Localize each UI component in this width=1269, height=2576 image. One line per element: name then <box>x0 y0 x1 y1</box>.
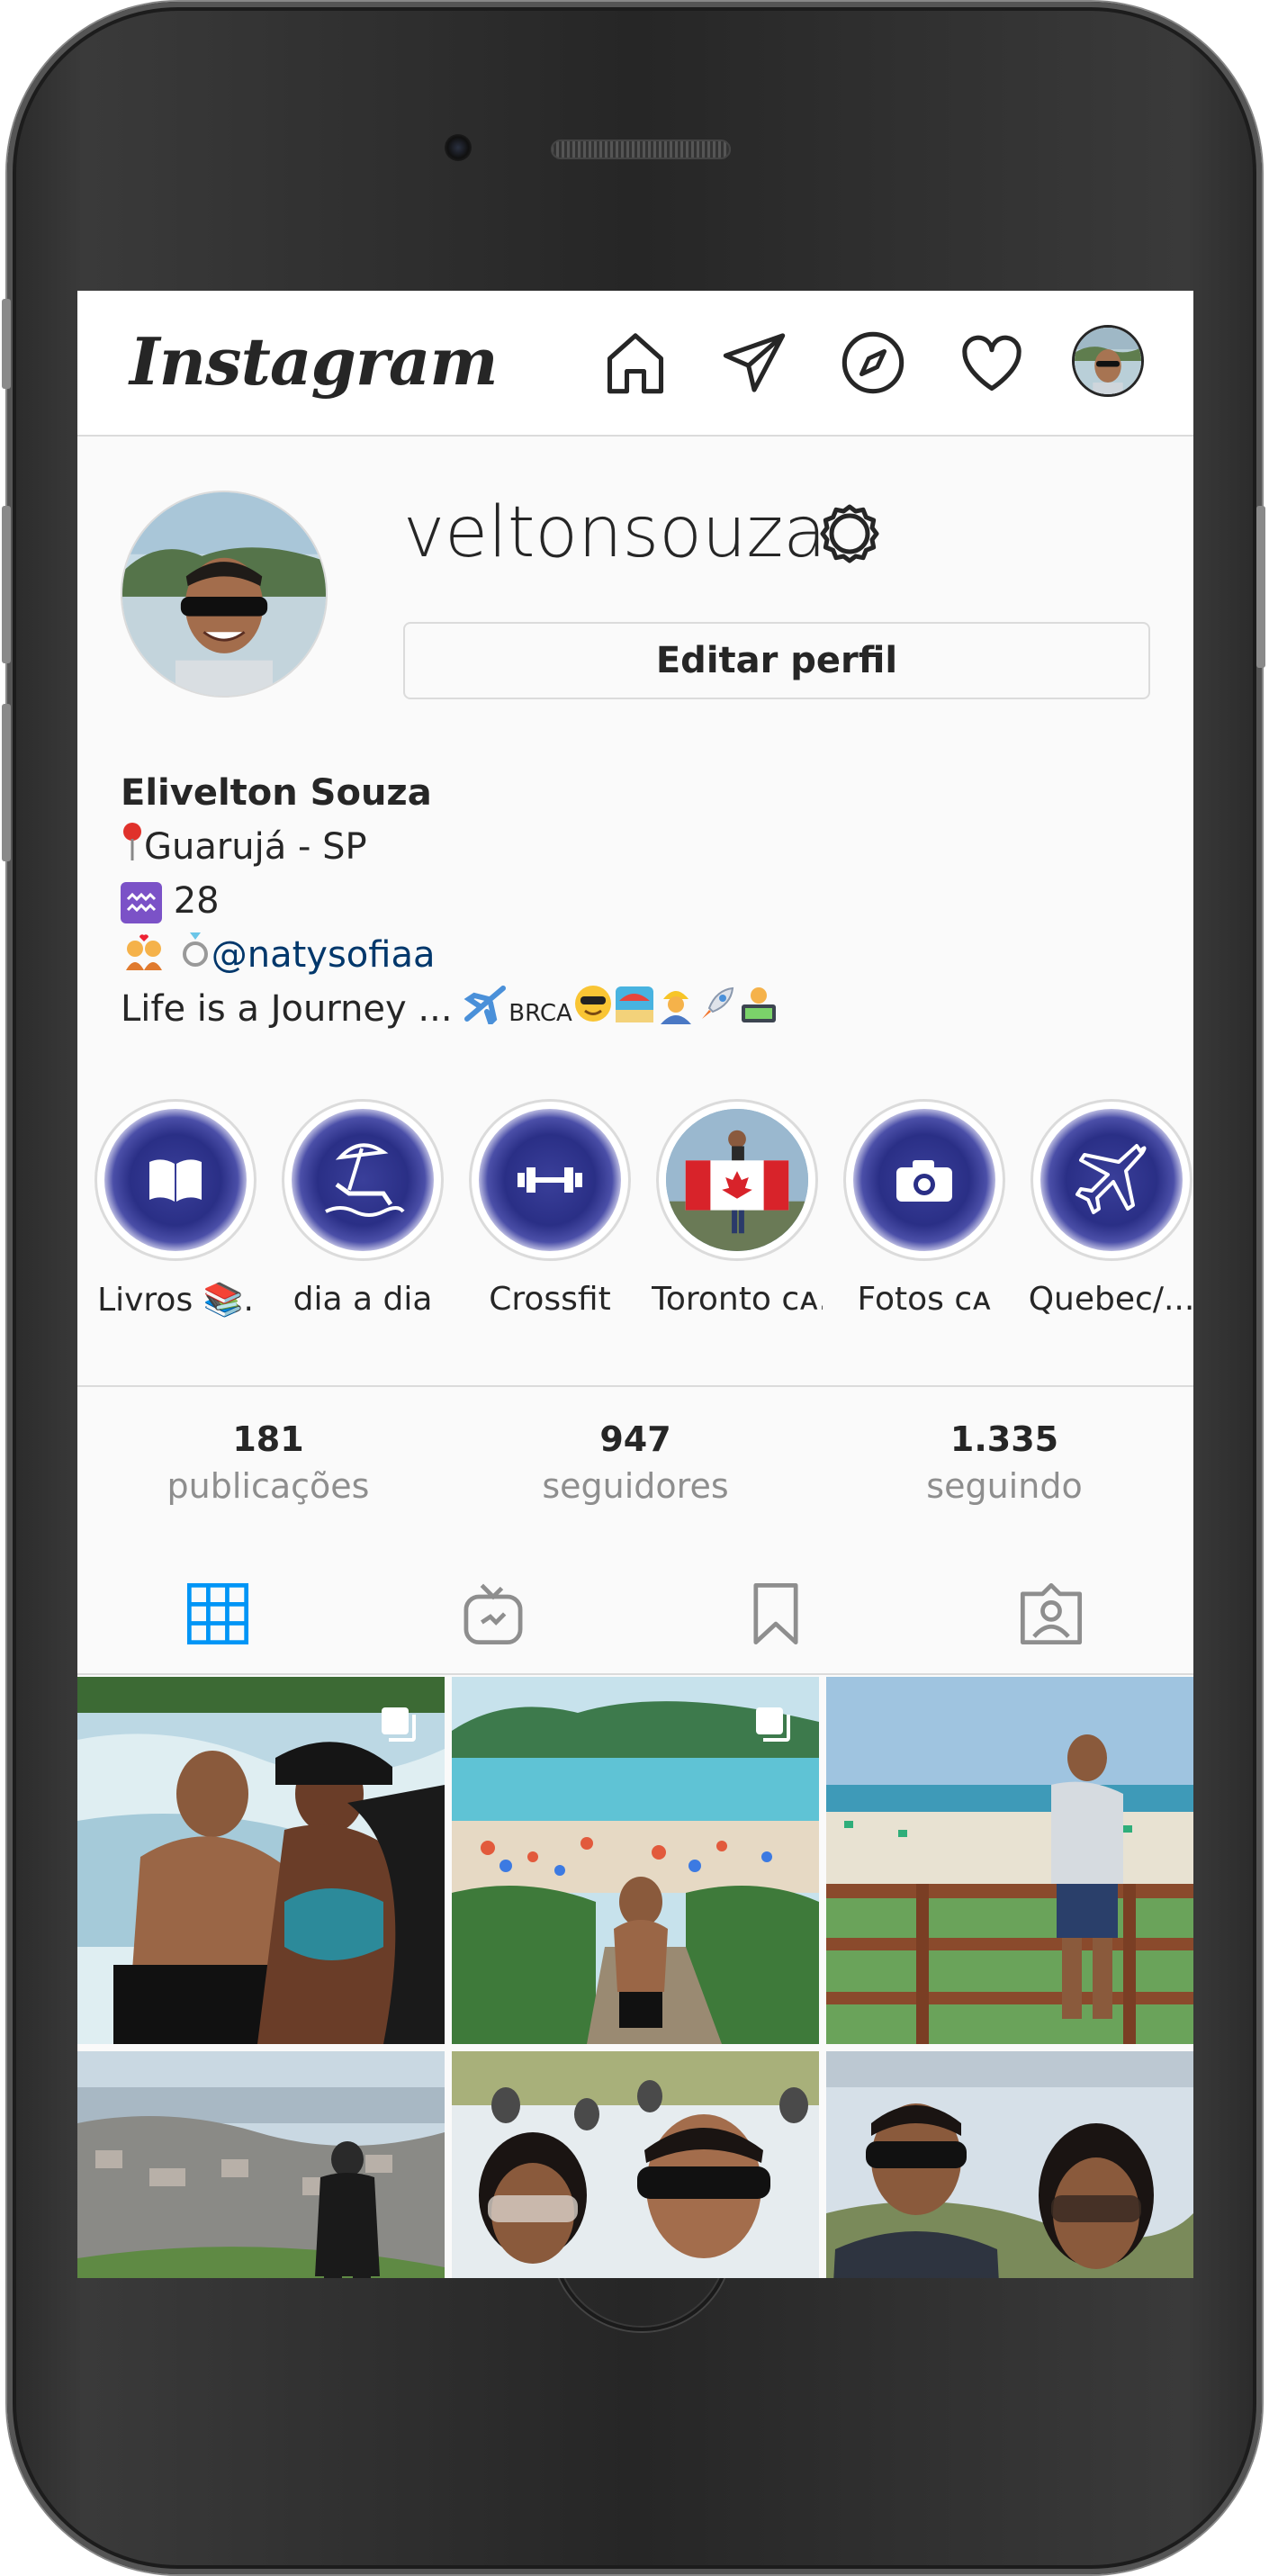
round-pushpin-icon <box>121 821 144 878</box>
profile-stats: 181 publicações 947 seguidores 1.335 seg… <box>77 1385 1193 1554</box>
bio-mention-link[interactable]: @natysofiaa <box>212 934 436 976</box>
bio-age-line: 28 <box>121 874 1147 928</box>
bio-mention-line: @natysofiaa <box>121 928 1147 982</box>
highlight-crossfit[interactable]: Crossfit <box>464 1099 635 1318</box>
profile-tabs <box>77 1553 1193 1675</box>
profile-bio: Elivelton Souza Guarujá - SP 28 @natysof… <box>121 766 1147 1036</box>
front-camera <box>445 134 472 161</box>
airplane-icon <box>1076 1144 1147 1214</box>
igtv-icon[interactable] <box>459 1580 527 1648</box>
profile-username: veltonsouza <box>403 492 827 573</box>
profile-avatar-nav[interactable] <box>1072 325 1144 397</box>
sunglasses-emoji-icon <box>572 983 614 1040</box>
beach-umbrella-emoji-icon <box>614 983 655 1040</box>
following-count: 1.335 <box>950 1419 1059 1459</box>
carousel-icon <box>382 1707 416 1742</box>
bio-tagline: Life is a Journey ... <box>121 988 453 1030</box>
tagged-icon[interactable] <box>1017 1580 1085 1648</box>
direct-icon[interactable] <box>720 329 788 397</box>
followers-count: 947 <box>599 1419 671 1459</box>
highlight-label: Crossfit <box>489 1281 611 1318</box>
profile-full-name: Elivelton Souza <box>121 772 432 814</box>
posts-stat[interactable]: 181 publicações <box>133 1419 403 1506</box>
home-icon[interactable] <box>601 329 670 397</box>
bio-tagline-line: Life is a Journey ... BRCA <box>121 982 1147 1036</box>
edit-profile-button[interactable]: Editar perfil <box>403 622 1150 699</box>
highlight-quebec[interactable]: Quebec/... <box>1026 1099 1193 1318</box>
bio-location-line: Guarujá - SP <box>121 820 1147 874</box>
toronto-highlight-photo <box>666 1109 808 1251</box>
camera-icon <box>896 1160 952 1202</box>
earpiece-speaker <box>551 140 731 159</box>
followers-stat[interactable]: 947 seguidores <box>500 1419 770 1506</box>
highlight-label: Fotos ᴄᴀ <box>857 1281 992 1318</box>
post-thumbnail[interactable] <box>826 1677 1193 2044</box>
highlight-livros[interactable]: Livros 📚. <box>90 1099 261 1319</box>
post-thumbnail[interactable] <box>452 2051 819 2278</box>
rocket-emoji-icon <box>697 983 738 1040</box>
ring-icon <box>179 929 212 986</box>
dumbbell-icon <box>518 1167 582 1193</box>
post-thumbnail[interactable] <box>452 1677 819 2044</box>
posts-count: 181 <box>232 1419 304 1459</box>
construction-worker-emoji-icon <box>655 983 697 1040</box>
bio-age: 28 <box>173 880 220 922</box>
beach-chair-icon <box>325 1143 405 1217</box>
post-thumbnail[interactable] <box>77 1677 445 2044</box>
highlight-label: Livros 📚. <box>97 1282 254 1319</box>
settings-gear-icon[interactable] <box>814 498 886 570</box>
explore-icon[interactable] <box>839 329 907 397</box>
bio-location: Guarujá - SP <box>144 826 367 868</box>
airplane-emoji-icon <box>464 983 508 1040</box>
highlight-label: Toronto ᴄᴀ... <box>652 1281 823 1318</box>
power-button <box>1256 506 1265 668</box>
volume-up-button <box>2 506 11 663</box>
carousel-icon <box>756 1707 790 1742</box>
posts-grid <box>77 1677 1193 2278</box>
post-thumbnail[interactable] <box>826 2051 1193 2278</box>
highlight-toronto[interactable]: Toronto ᴄᴀ... <box>652 1099 823 1318</box>
post-thumbnail[interactable] <box>77 2051 445 2278</box>
app-screen: Instagram veltonsouza Editar perfil Eliv… <box>77 291 1193 2278</box>
highlight-fotos[interactable]: Fotos ᴄᴀ <box>839 1099 1010 1318</box>
posts-label: publicações <box>166 1466 370 1506</box>
highlight-label: Quebec/... <box>1028 1281 1193 1318</box>
aquarius-icon <box>121 882 162 923</box>
saved-icon[interactable] <box>742 1580 810 1648</box>
highlight-dia-a-dia[interactable]: dia a dia <box>277 1099 448 1318</box>
mute-switch <box>2 299 11 389</box>
following-label: seguindo <box>926 1466 1083 1506</box>
volume-down-button <box>2 704 11 861</box>
following-stat[interactable]: 1.335 seguindo <box>869 1419 1139 1506</box>
followers-label: seguidores <box>542 1466 729 1506</box>
bio-tagline-caps: BRCA <box>508 1000 572 1027</box>
top-nav-bar: Instagram <box>77 291 1193 437</box>
phone-frame: Instagram veltonsouza Editar perfil Eliv… <box>2 2 1265 2574</box>
book-icon <box>149 1159 202 1202</box>
instagram-logo[interactable]: Instagram <box>130 323 499 400</box>
activity-heart-icon[interactable] <box>958 329 1026 397</box>
grid-icon[interactable] <box>184 1580 252 1648</box>
highlight-label: dia a dia <box>292 1281 433 1318</box>
couple-with-heart-icon <box>121 929 167 986</box>
profile-avatar[interactable] <box>121 491 328 698</box>
technologist-emoji-icon <box>738 983 779 1040</box>
